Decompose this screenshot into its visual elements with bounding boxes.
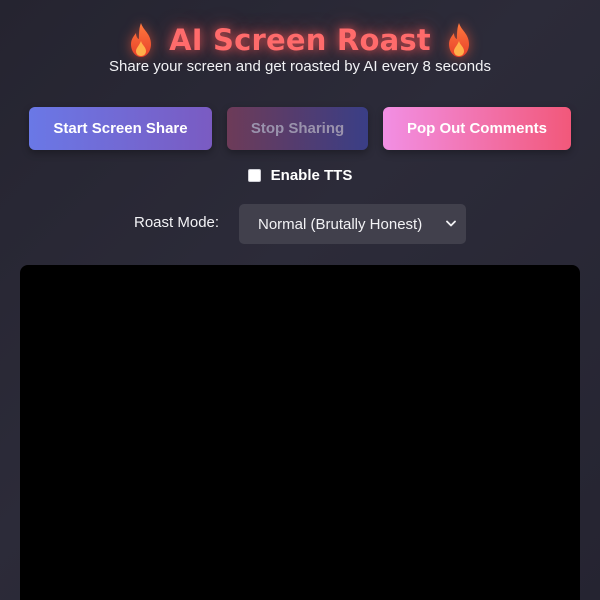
enable-tts-checkbox[interactable]: [247, 168, 261, 182]
page-title: AI Screen Roast: [169, 23, 431, 57]
start-screen-share-button[interactable]: Start Screen Share: [29, 107, 212, 150]
stop-sharing-button[interactable]: Stop Sharing: [227, 107, 368, 150]
enable-tts-label[interactable]: Enable TTS: [271, 167, 353, 184]
title-row: AI Screen Roast: [0, 18, 600, 62]
roast-mode-label: Roast Mode:: [134, 214, 220, 231]
fire-icon: [448, 23, 469, 57]
fire-icon: [131, 23, 152, 57]
tts-toggle-row: Enable TTS: [0, 164, 600, 186]
screen-share-preview: [20, 265, 580, 600]
pop-out-comments-button[interactable]: Pop Out Comments: [383, 107, 571, 150]
roast-mode-select[interactable]: Normal (Brutally Honest): [239, 204, 466, 244]
chevron-down-icon: [446, 220, 456, 227]
page-subtitle: Share your screen and get roasted by AI …: [109, 58, 491, 75]
roast-mode-selected-value: Normal (Brutally Honest): [258, 215, 423, 233]
